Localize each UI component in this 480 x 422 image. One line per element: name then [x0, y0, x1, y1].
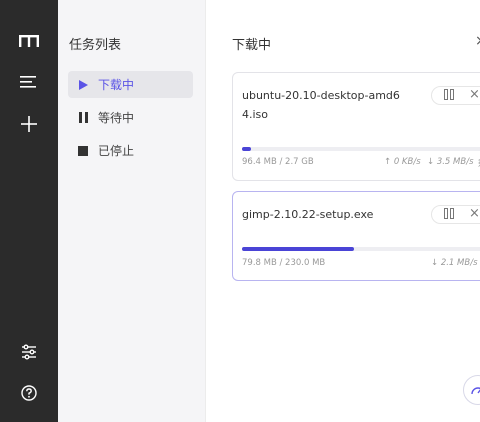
- progress-fill: [242, 147, 251, 151]
- task-controls: ×: [431, 86, 480, 105]
- pause-icon: [68, 112, 98, 123]
- speedometer-icon: [471, 387, 480, 395]
- close-icon[interactable]: ×: [469, 206, 480, 221]
- task-sidebar: 任务列表 下载中 等待中 已停止: [58, 0, 206, 422]
- sidebar-item-stopped[interactable]: 已停止: [68, 137, 193, 164]
- task-name: gimp-2.10.22-setup.exe: [242, 208, 374, 221]
- progress-bar: [242, 247, 480, 251]
- sidebar-title: 任务列表: [69, 38, 122, 53]
- pause-icon[interactable]: [444, 89, 454, 103]
- task-progress-text: 96.4 MB / 2.7 GB: [242, 157, 314, 167]
- sidebar-item-label: 已停止: [98, 144, 135, 158]
- task-controls: ×: [431, 205, 480, 224]
- download-speed: ↓ 3.5 MB/s: [427, 157, 474, 167]
- close-icon[interactable]: ×: [469, 87, 480, 102]
- menu-icon[interactable]: [14, 67, 44, 97]
- sidebar-item-waiting[interactable]: 等待中: [68, 104, 193, 131]
- progress-bar: [242, 147, 480, 151]
- download-speed: ↓ 2.1 MB/s: [431, 258, 478, 268]
- app-rail: [0, 0, 58, 422]
- plus-icon[interactable]: [14, 109, 44, 139]
- main-panel: 下载中 × ubuntu-20.10-desktop-amd64.iso × 9…: [206, 0, 480, 422]
- task-card[interactable]: ubuntu-20.10-desktop-amd64.iso × 96.4 MB…: [232, 72, 480, 181]
- close-icon[interactable]: ×: [475, 33, 480, 49]
- sliders-icon[interactable]: [14, 337, 44, 367]
- stop-icon: [68, 145, 98, 156]
- sidebar-item-label: 等待中: [98, 111, 135, 125]
- progress-fill: [242, 247, 354, 251]
- task-card[interactable]: gimp-2.10.22-setup.exe × 79.8 MB / 230.0…: [232, 191, 480, 281]
- page-title: 下载中: [232, 38, 272, 53]
- upload-speed: ↑ 0 KB/s: [384, 157, 421, 167]
- sidebar-item-label: 下载中: [98, 78, 135, 92]
- task-name: ubuntu-20.10-desktop-amd64.iso: [242, 89, 400, 121]
- speedometer-button[interactable]: [463, 375, 480, 405]
- task-progress-text: 79.8 MB / 230.0 MB: [242, 258, 326, 268]
- logo-icon: [14, 26, 44, 56]
- help-icon[interactable]: [14, 378, 44, 408]
- sidebar-item-active[interactable]: 下载中: [68, 71, 193, 98]
- play-icon: [68, 79, 98, 90]
- pause-icon[interactable]: [444, 208, 454, 222]
